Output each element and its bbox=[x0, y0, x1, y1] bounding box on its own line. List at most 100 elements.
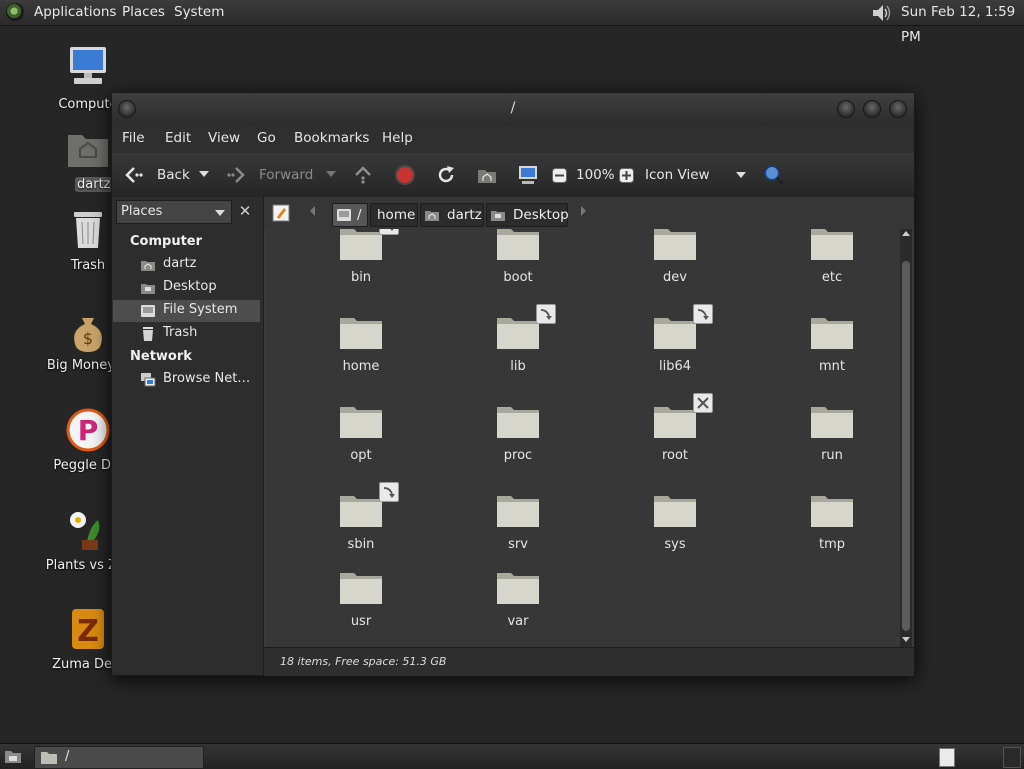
scrollbar-thumb[interactable] bbox=[902, 261, 910, 631]
places-combo[interactable]: Places bbox=[116, 200, 232, 224]
menu-edit[interactable]: Edit bbox=[165, 130, 191, 146]
folder-item[interactable]: dev bbox=[620, 229, 730, 295]
folder-item[interactable]: bin bbox=[306, 229, 416, 295]
zoom-in-icon[interactable] bbox=[619, 168, 634, 183]
symlink-emblem-icon bbox=[379, 229, 399, 235]
breadcrumb-desktop[interactable]: Desktop bbox=[486, 203, 569, 227]
minimize-button[interactable] bbox=[837, 100, 855, 118]
clock[interactable]: Sun Feb 12, 1:59 PM bbox=[901, 0, 1024, 50]
show-desktop-icon[interactable] bbox=[4, 748, 22, 765]
home-icon bbox=[425, 211, 439, 221]
folder-item[interactable]: lib64 bbox=[620, 304, 730, 384]
menu-file[interactable]: File bbox=[122, 130, 145, 146]
up-arrow-icon[interactable] bbox=[352, 164, 374, 186]
folder-item[interactable]: sbin bbox=[306, 482, 416, 562]
folder-item[interactable]: mnt bbox=[777, 314, 887, 384]
sidebar-heading-computer: Computer bbox=[130, 234, 203, 249]
folder-item[interactable]: sys bbox=[620, 492, 730, 562]
scroll-down-arrow[interactable] bbox=[902, 637, 910, 642]
folder-item[interactable]: boot bbox=[463, 229, 573, 295]
folder-icon bbox=[654, 318, 696, 349]
folder-item[interactable]: lib bbox=[463, 304, 573, 384]
back-arrow-icon[interactable] bbox=[122, 164, 144, 186]
symlink-emblem-icon bbox=[693, 304, 713, 324]
reload-icon[interactable] bbox=[435, 164, 457, 186]
system-menu[interactable]: System bbox=[174, 0, 224, 25]
forward-history-dropdown[interactable] bbox=[326, 171, 336, 177]
forward-button[interactable]: Forward bbox=[259, 153, 313, 197]
sidebar-item-file-system[interactable]: File System bbox=[113, 300, 260, 322]
folder-icon bbox=[811, 407, 853, 438]
vertical-scrollbar[interactable] bbox=[900, 229, 912, 647]
chevron-down-icon bbox=[215, 210, 225, 216]
folder-item[interactable]: etc bbox=[777, 229, 887, 295]
folder-icon bbox=[811, 229, 853, 260]
breadcrumb-root[interactable]: / bbox=[332, 203, 368, 227]
folder-item[interactable]: proc bbox=[463, 403, 573, 473]
applications-menu[interactable]: Applications bbox=[34, 0, 116, 25]
folder-name: sbin bbox=[347, 537, 375, 552]
sidebar-item-trash[interactable]: Trash bbox=[113, 323, 260, 345]
menu-bookmarks[interactable]: Bookmarks bbox=[294, 130, 369, 146]
breadcrumb-label: / bbox=[357, 207, 362, 223]
folder-item[interactable]: root bbox=[620, 393, 730, 473]
desktop-icon bbox=[491, 211, 505, 221]
menu-view[interactable]: View bbox=[208, 130, 240, 146]
stop-icon[interactable] bbox=[394, 164, 416, 186]
folder-name: opt bbox=[350, 448, 372, 463]
window-title: / bbox=[510, 100, 516, 116]
computer-icon[interactable] bbox=[517, 164, 539, 186]
maximize-button[interactable] bbox=[863, 100, 881, 118]
gnome-foot-icon[interactable] bbox=[6, 3, 24, 21]
zuma-icon: Z bbox=[72, 609, 104, 649]
folder-name: run bbox=[821, 448, 843, 463]
close-button[interactable] bbox=[889, 100, 907, 118]
window-titlebar[interactable]: / bbox=[112, 93, 914, 125]
bottom-panel: / bbox=[0, 743, 1024, 769]
scroll-up-arrow[interactable] bbox=[902, 231, 910, 236]
folder-item[interactable]: usr bbox=[306, 569, 416, 639]
forward-arrow-icon[interactable] bbox=[226, 164, 248, 186]
folder-item[interactable]: var bbox=[463, 569, 573, 639]
workspace-switcher[interactable] bbox=[939, 748, 955, 767]
edit-location-icon[interactable] bbox=[272, 204, 290, 222]
sidebar-item-label: Browse Net… bbox=[163, 371, 251, 386]
breadcrumb-scroll-right[interactable] bbox=[581, 206, 586, 216]
breadcrumb-dartz[interactable]: dartz bbox=[420, 203, 484, 227]
sidebar-item-label: File System bbox=[163, 302, 238, 317]
volume-icon[interactable] bbox=[870, 3, 892, 23]
view-mode-select[interactable]: Icon View bbox=[645, 153, 710, 197]
close-sidebar-icon[interactable]: ✕ bbox=[234, 200, 256, 222]
taskbar-item-label: / bbox=[65, 749, 70, 764]
zoom-out-icon[interactable] bbox=[552, 168, 567, 183]
menu-help[interactable]: Help bbox=[382, 130, 413, 146]
folder-name: dev bbox=[663, 270, 687, 285]
folder-item[interactable]: run bbox=[777, 403, 887, 473]
taskbar-item-file-manager[interactable]: / bbox=[34, 746, 204, 769]
home-icon[interactable] bbox=[476, 164, 498, 186]
folder-item[interactable]: home bbox=[306, 314, 416, 384]
sidebar-item-dartz[interactable]: dartz bbox=[113, 254, 260, 276]
breadcrumb-home[interactable]: home bbox=[370, 203, 418, 227]
view-mode-dropdown-arrow[interactable] bbox=[736, 172, 746, 178]
folder-item[interactable]: opt bbox=[306, 403, 416, 473]
file-icon-view[interactable]: bin boot dev etc home lib lib64 mnt opt proc root r… bbox=[266, 229, 900, 647]
sidebar-item-desktop[interactable]: Desktop bbox=[113, 277, 260, 299]
workspace-2[interactable] bbox=[1003, 747, 1021, 768]
back-button[interactable]: Back bbox=[157, 153, 190, 197]
folder-name: lib bbox=[510, 359, 526, 374]
menu-go[interactable]: Go bbox=[257, 130, 276, 146]
peggle-icon: P bbox=[66, 408, 110, 452]
back-history-dropdown[interactable] bbox=[199, 171, 209, 177]
folder-item[interactable]: srv bbox=[463, 492, 573, 562]
folder-item[interactable]: tmp bbox=[777, 492, 887, 562]
folder-icon bbox=[340, 229, 382, 260]
file-manager-window: / File Edit View Go Bookmarks Help Back … bbox=[111, 92, 915, 676]
svg-text:$: $ bbox=[83, 329, 93, 348]
breadcrumb-label: dartz bbox=[447, 207, 482, 223]
sidebar-item-browse-network[interactable]: Browse Net… bbox=[113, 369, 260, 391]
places-menu[interactable]: Places bbox=[122, 0, 165, 25]
search-icon[interactable] bbox=[763, 164, 785, 186]
network-icon bbox=[141, 373, 156, 387]
breadcrumb-scroll-left[interactable] bbox=[310, 206, 315, 216]
